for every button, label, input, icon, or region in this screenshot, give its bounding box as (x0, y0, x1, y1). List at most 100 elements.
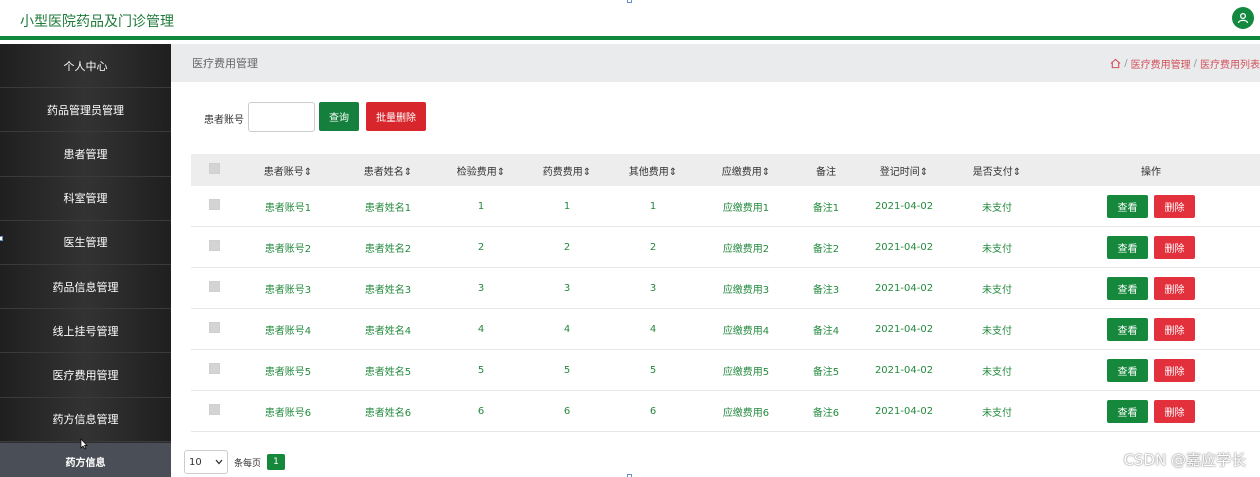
table-header: 患者账号⇕ 患者姓名⇕ 检验费用⇕ 药费费用⇕ 其他费用⇕ 应缴费用⇕ 备注 登… (191, 154, 1260, 186)
cell-name: 患者姓名1 (364, 202, 412, 214)
delete-button[interactable]: 删除 (1154, 399, 1195, 423)
header-date[interactable]: 登记时间⇕ (856, 163, 952, 178)
cell-account: 患者账号1 (264, 202, 312, 214)
cell-paid: 未支付 (982, 325, 1012, 337)
view-button[interactable]: 查看 (1107, 358, 1148, 382)
cell-check-fee: 5 (477, 364, 485, 376)
table-row: 患者账号4 患者姓名4 4 4 4 应缴费用4 备注4 2021-04-02 未… (191, 309, 1260, 350)
cell-date: 2021-04-02 (874, 323, 934, 335)
batch-delete-button[interactable]: 批量删除 (366, 102, 426, 131)
row-checkbox[interactable] (209, 281, 220, 292)
cell-account: 患者账号5 (264, 366, 312, 378)
sidebar-item-personal-center[interactable]: 个人中心 (0, 44, 171, 89)
sidebar-item-patients[interactable]: 患者管理 (0, 132, 171, 177)
cell-note: 备注2 (812, 243, 840, 255)
cell-check-fee: 2 (477, 241, 485, 253)
cell-drug-fee: 6 (563, 405, 571, 417)
view-button[interactable]: 查看 (1107, 194, 1148, 218)
cell-name: 患者姓名2 (364, 243, 412, 255)
cell-account: 患者账号3 (264, 284, 312, 296)
cell-drug-fee: 5 (563, 364, 571, 376)
view-button[interactable]: 查看 (1107, 399, 1148, 423)
page-size-select[interactable]: 10 (184, 450, 228, 474)
header-drug-fee[interactable]: 药费费用⇕ (524, 163, 610, 178)
cell-paid: 未支付 (982, 407, 1012, 419)
cell-check-fee: 1 (477, 200, 485, 212)
cell-check-fee: 4 (477, 323, 485, 335)
header-other-fee[interactable]: 其他费用⇕ (610, 163, 696, 178)
user-icon[interactable] (1232, 7, 1254, 29)
delete-button[interactable]: 删除 (1154, 194, 1195, 218)
breadcrumb-separator: / (1193, 58, 1197, 69)
header-actions: 操作 (1141, 166, 1161, 178)
header-paid[interactable]: 是否支付⇕ (952, 163, 1042, 178)
watermark: CSDN @嘉应学长 (1123, 451, 1246, 469)
cell-other-fee: 3 (649, 282, 657, 294)
cell-other-fee: 6 (649, 405, 657, 417)
delete-button[interactable]: 删除 (1154, 235, 1195, 259)
cell-other-fee: 2 (649, 241, 657, 253)
cell-name: 患者姓名4 (364, 325, 412, 337)
pagination: 10 条每页 1 (184, 449, 286, 475)
delete-button[interactable]: 删除 (1154, 276, 1195, 300)
cell-paid: 未支付 (982, 366, 1012, 378)
home-icon[interactable] (1110, 58, 1121, 69)
view-button[interactable]: 查看 (1107, 235, 1148, 259)
cell-note: 备注6 (812, 407, 840, 419)
header-account[interactable]: 患者账号⇕ (238, 163, 338, 178)
cell-drug-fee: 3 (563, 282, 571, 294)
breadcrumb-item-medical-fees[interactable]: 医疗费用管理 (1131, 56, 1191, 71)
mouse-cursor-icon (80, 438, 88, 450)
cell-note: 备注3 (812, 284, 840, 296)
cell-paid: 未支付 (982, 243, 1012, 255)
header-name[interactable]: 患者姓名⇕ (338, 163, 438, 178)
cell-note: 备注4 (812, 325, 840, 337)
sidebar-item-medical-fees[interactable]: 医疗费用管理 (0, 353, 171, 398)
cell-date: 2021-04-02 (874, 364, 934, 376)
row-checkbox[interactable] (209, 322, 220, 333)
header-check-fee[interactable]: 检验费用⇕ (438, 163, 524, 178)
table-row: 患者账号5 患者姓名5 5 5 5 应缴费用5 备注5 2021-04-02 未… (191, 350, 1260, 391)
query-button[interactable]: 查询 (319, 102, 359, 131)
row-checkbox[interactable] (209, 240, 220, 251)
cell-check-fee: 3 (477, 282, 485, 294)
selection-handle (627, 0, 632, 3)
row-checkbox[interactable] (209, 363, 220, 374)
table-row: 患者账号1 患者姓名1 1 1 1 应缴费用1 备注1 2021-04-02 未… (191, 186, 1260, 227)
cell-account: 患者账号6 (264, 407, 312, 419)
sidebar-item-prescriptions[interactable]: 药方信息管理 (0, 397, 171, 442)
sidebar-item-online-registration[interactable]: 线上挂号管理 (0, 309, 171, 354)
app-title: 小型医院药品及门诊管理 (20, 14, 174, 30)
cell-name: 患者姓名5 (364, 366, 412, 378)
cell-other-fee: 4 (649, 323, 657, 335)
cell-name: 患者姓名6 (364, 407, 412, 419)
search-bar: 患者账号 查询 批量删除 (171, 102, 771, 132)
cell-account: 患者账号4 (264, 325, 312, 337)
cell-date: 2021-04-02 (874, 282, 934, 294)
select-all-checkbox[interactable] (209, 163, 220, 174)
select-all-cell[interactable] (191, 163, 238, 177)
sidebar-item-departments[interactable]: 科室管理 (0, 176, 171, 221)
cell-drug-fee: 4 (563, 323, 571, 335)
delete-button[interactable]: 删除 (1154, 358, 1195, 382)
header-due[interactable]: 应缴费用⇕ (696, 163, 796, 178)
row-checkbox[interactable] (209, 199, 220, 210)
cell-paid: 未支付 (982, 284, 1012, 296)
cell-account: 患者账号2 (264, 243, 312, 255)
cell-drug-fee: 1 (563, 200, 571, 212)
cell-due: 应缴费用3 (722, 284, 770, 296)
patient-account-input[interactable] (248, 102, 315, 132)
sidebar-item-doctors[interactable]: 医生管理 (0, 220, 171, 265)
sidebar-item-drug-admin[interactable]: 药品管理员管理 (0, 88, 171, 133)
view-button[interactable]: 查看 (1107, 276, 1148, 300)
delete-button[interactable]: 删除 (1154, 317, 1195, 341)
page-title: 医疗费用管理 (192, 57, 258, 70)
page-number-button[interactable]: 1 (267, 454, 286, 470)
cell-date: 2021-04-02 (874, 405, 934, 417)
row-checkbox[interactable] (209, 404, 220, 415)
cell-date: 2021-04-02 (874, 241, 934, 253)
cell-note: 备注1 (812, 202, 840, 214)
cell-due: 应缴费用4 (722, 325, 770, 337)
sidebar-item-drug-info[interactable]: 药品信息管理 (0, 264, 171, 310)
view-button[interactable]: 查看 (1107, 317, 1148, 341)
